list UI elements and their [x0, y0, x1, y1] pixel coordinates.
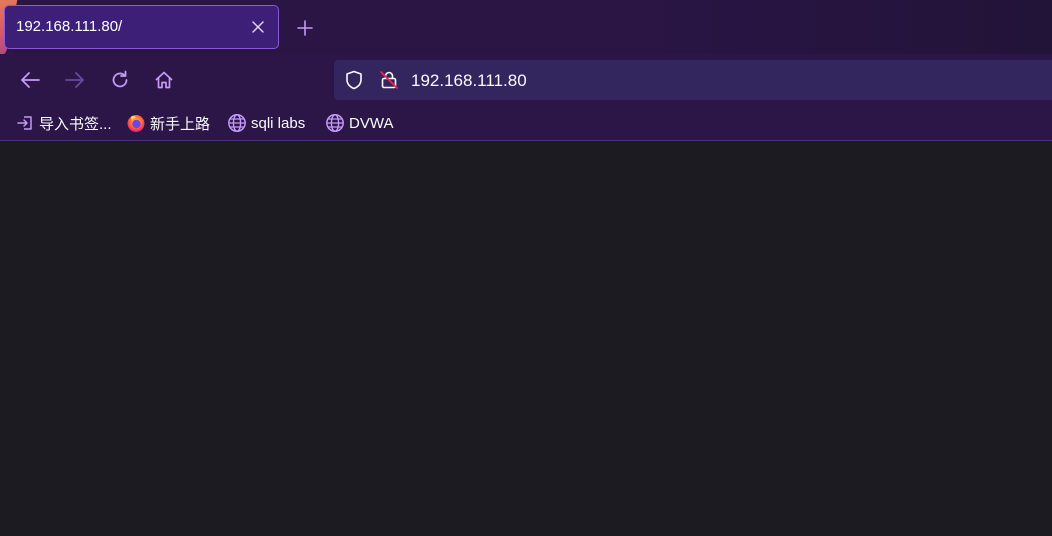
home-icon — [155, 71, 173, 89]
bookmarks-toolbar: 导入书签... 新手上路 sqli labs DVWA — [0, 106, 1052, 141]
reload-button[interactable] — [106, 66, 134, 94]
shield-icon[interactable] — [343, 69, 365, 91]
globe-icon — [227, 113, 247, 133]
back-button[interactable] — [16, 66, 44, 94]
bookmark-label: 新手上路 — [150, 115, 211, 133]
bookmark-sqli-labs[interactable]: sqli labs — [227, 112, 305, 134]
plus-icon — [297, 20, 313, 36]
url-text[interactable]: 192.168.111.80 — [411, 71, 527, 91]
home-button[interactable] — [150, 66, 178, 94]
bookmark-label: 导入书签... — [39, 115, 112, 133]
tab-strip: 192.168.111.80/ — [0, 0, 1052, 54]
new-tab-button[interactable] — [294, 17, 316, 39]
page-content[interactable] — [0, 141, 1052, 536]
firefox-icon — [126, 113, 146, 133]
arrow-left-icon — [21, 72, 40, 88]
forward-button[interactable] — [61, 66, 89, 94]
url-bar[interactable]: 192.168.111.80 — [334, 60, 1052, 100]
nav-toolbar: 192.168.111.80 — [0, 54, 1052, 106]
bookmark-dvwa[interactable]: DVWA — [325, 112, 393, 134]
insecure-lock-icon[interactable] — [378, 69, 400, 91]
bookmark-label: DVWA — [349, 114, 394, 132]
tab-active[interactable]: 192.168.111.80/ — [4, 5, 279, 49]
globe-icon — [325, 113, 345, 133]
bookmark-import[interactable]: 导入书签... — [15, 112, 112, 134]
tab-title: 192.168.111.80/ — [16, 18, 123, 35]
reload-icon — [112, 70, 128, 88]
bookmark-label: sqli labs — [251, 114, 306, 132]
close-icon[interactable] — [248, 17, 268, 37]
arrow-right-icon — [65, 72, 84, 88]
bookmark-getting-started[interactable]: 新手上路 — [126, 112, 210, 134]
import-icon — [15, 113, 35, 133]
browser-window: 192.168.111.80/ 192.168.111.80 导入书签... 新… — [0, 0, 1052, 536]
